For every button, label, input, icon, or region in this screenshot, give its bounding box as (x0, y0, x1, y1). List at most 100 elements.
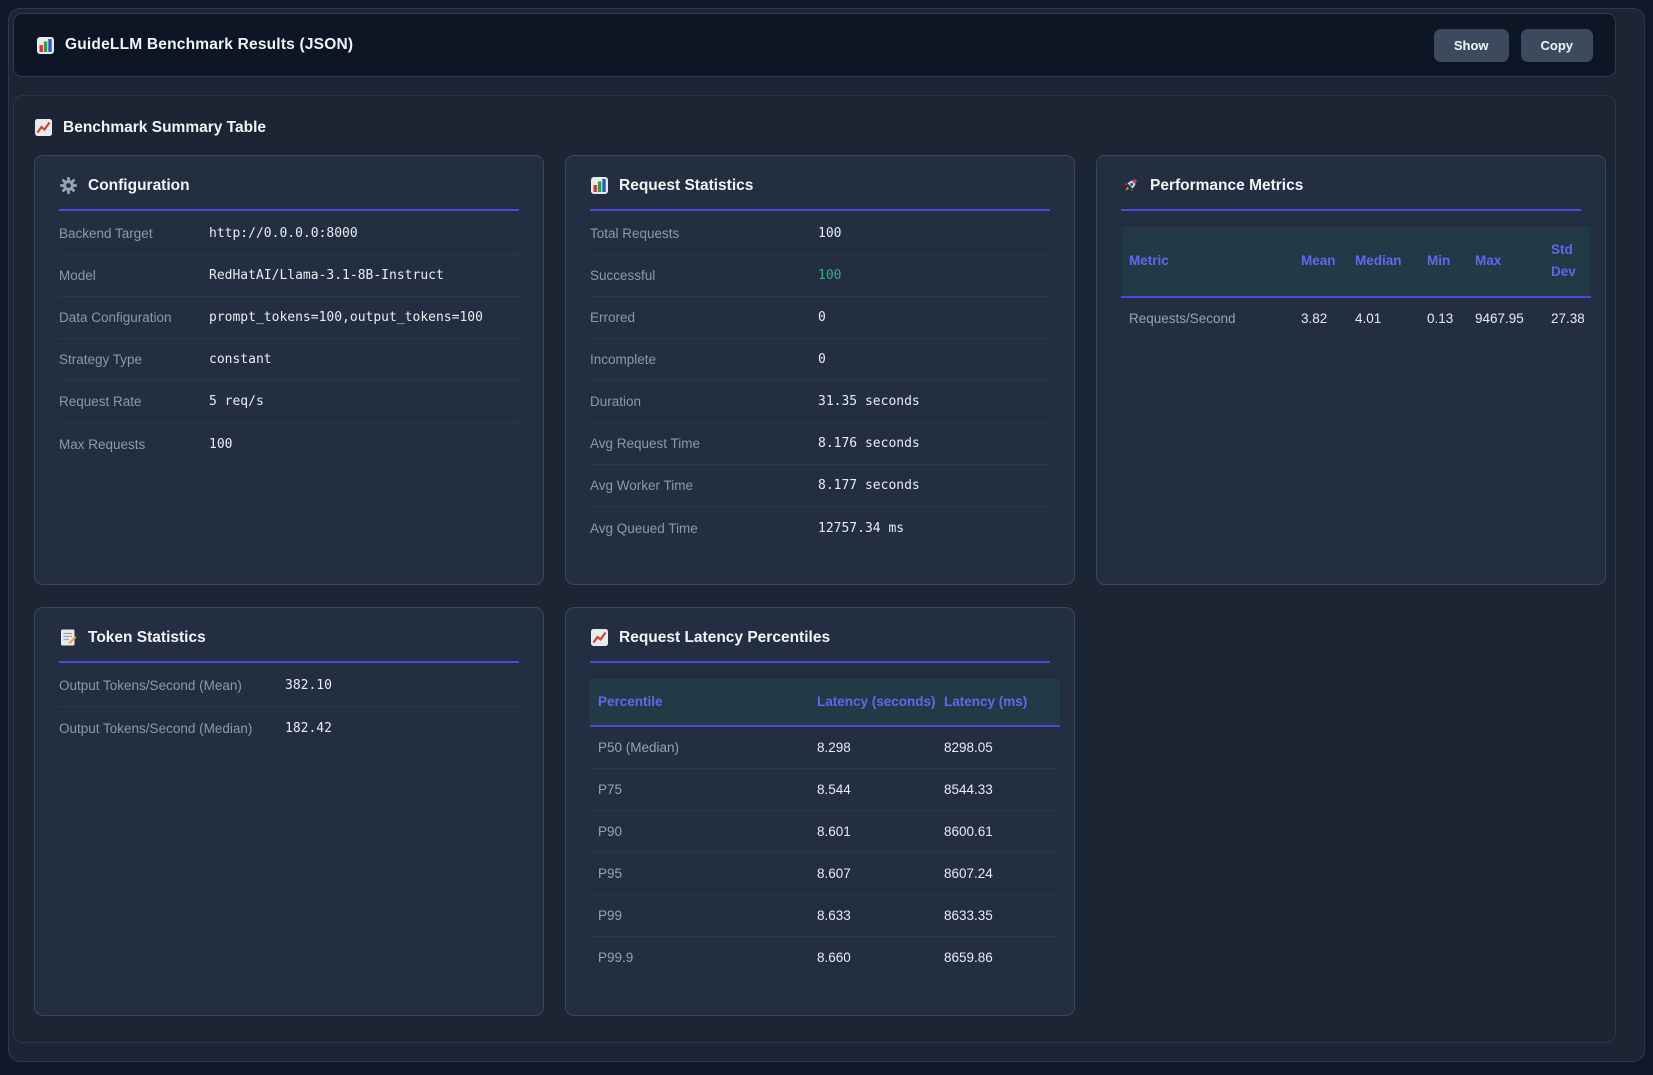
header-actions: Show Copy (1434, 29, 1593, 62)
kv-value: 100 (818, 226, 841, 241)
kv-value: http://0.0.0.0:8000 (209, 226, 358, 241)
card-title-text: Configuration (88, 177, 190, 195)
cell-max: 9467.95 (1475, 297, 1551, 339)
kv-label: Avg Request Time (590, 436, 818, 451)
benchmark-summary-section: Benchmark Summary Table Configuration Ba… (13, 95, 1616, 1043)
table-row-p50: P50 (Median) 8.298 8298.05 (590, 726, 1060, 769)
kv-label: Duration (590, 394, 818, 409)
table-row-p95: P95 8.607 8607.24 (590, 853, 1060, 895)
chart-increasing-icon (34, 118, 53, 137)
column-header-max: Max (1475, 227, 1551, 297)
cell-latency-ms: 8633.35 (944, 895, 1060, 937)
kv-label: Successful (590, 268, 818, 283)
cell-latency-ms: 8600.61 (944, 811, 1060, 853)
column-header-latency-ms: Latency (ms) (944, 679, 1060, 726)
latency-percentiles-card-title: Request Latency Percentiles (590, 628, 1050, 647)
kv-value: constant (209, 352, 272, 367)
table-header-row: Metric Mean Median Min Max Std Dev (1121, 227, 1591, 297)
kv-label: Total Requests (590, 226, 818, 241)
column-header-min: Min (1427, 227, 1475, 297)
cell-percentile: P99 (590, 895, 817, 937)
kv-label: Request Rate (59, 394, 209, 409)
card-title-text: Request Latency Percentiles (619, 629, 830, 647)
performance-metrics-table: Metric Mean Median Min Max Std Dev Reque… (1121, 227, 1591, 339)
request-statistics-card: Request Statistics Total Requests 100 Su… (565, 155, 1075, 585)
kv-value: 382.10 (285, 678, 332, 693)
cell-latency-seconds: 8.298 (817, 726, 944, 769)
cell-percentile: P95 (590, 853, 817, 895)
accent-rule (59, 209, 519, 211)
kv-row-model: Model RedHatAI/Llama-3.1-8B-Instruct (59, 255, 519, 297)
cell-latency-seconds: 8.601 (817, 811, 944, 853)
table-row-p90: P90 8.601 8600.61 (590, 811, 1060, 853)
cell-latency-ms: 8544.33 (944, 769, 1060, 811)
kv-value: prompt_tokens=100,output_tokens=100 (209, 310, 483, 325)
cell-latency-ms: 8659.86 (944, 937, 1060, 979)
request-statistics-card-title: Request Statistics (590, 176, 1050, 195)
header-title: GuideLLM Benchmark Results (JSON) (36, 36, 353, 55)
kv-value: 8.177 seconds (818, 478, 920, 493)
kv-row-duration: Duration 31.35 seconds (590, 381, 1050, 423)
header-bar: GuideLLM Benchmark Results (JSON) Show C… (13, 13, 1616, 77)
kv-value: 12757.34 ms (818, 521, 904, 536)
kv-label: Data Configuration (59, 310, 209, 325)
kv-value: 5 req/s (209, 394, 264, 409)
column-header-median: Median (1355, 227, 1427, 297)
kv-label: Avg Queued Time (590, 521, 818, 536)
chart-increasing-icon (590, 628, 609, 647)
kv-value: 182.42 (285, 721, 332, 736)
cell-latency-ms: 8298.05 (944, 726, 1060, 769)
table-header-row: Percentile Latency (seconds) Latency (ms… (590, 679, 1060, 726)
kv-row-successful: Successful 100 (590, 255, 1050, 297)
cell-latency-ms: 8607.24 (944, 853, 1060, 895)
kv-row-incomplete: Incomplete 0 (590, 339, 1050, 381)
page-title: GuideLLM Benchmark Results (JSON) (65, 36, 353, 54)
column-header-latency-seconds: Latency (seconds) (817, 679, 944, 726)
show-button[interactable]: Show (1434, 29, 1509, 62)
column-header-mean: Mean (1301, 227, 1355, 297)
kv-value-success: 100 (818, 268, 841, 283)
table-row-requests-per-second: Requests/Second 3.82 4.01 0.13 9467.95 2… (1121, 297, 1591, 339)
cell-latency-seconds: 8.607 (817, 853, 944, 895)
request-statistics-rows: Total Requests 100 Successful 100 Errore… (590, 213, 1050, 549)
latency-percentiles-table: Percentile Latency (seconds) Latency (ms… (590, 679, 1060, 978)
kv-value: 0 (818, 310, 826, 325)
cell-metric: Requests/Second (1121, 297, 1301, 339)
token-statistics-card-title: Token Statistics (59, 628, 519, 647)
table-row-p99-9: P99.9 8.660 8659.86 (590, 937, 1060, 979)
cell-percentile: P99.9 (590, 937, 817, 979)
performance-metrics-card: Performance Metrics Metric Mean Median M… (1096, 155, 1606, 585)
copy-button[interactable]: Copy (1521, 29, 1594, 62)
configuration-rows: Backend Target http://0.0.0.0:8000 Model… (59, 213, 519, 465)
kv-row-strategy-type: Strategy Type constant (59, 339, 519, 381)
accent-rule (590, 661, 1050, 663)
latency-percentiles-card: Request Latency Percentiles Percentile L… (565, 607, 1075, 1016)
cards-grid: Configuration Backend Target http://0.0.… (30, 155, 1599, 1016)
page-container: GuideLLM Benchmark Results (JSON) Show C… (8, 8, 1645, 1062)
kv-row-output-tokens-mean: Output Tokens/Second (Mean) 382.10 (59, 665, 519, 707)
token-statistics-rows: Output Tokens/Second (Mean) 382.10 Outpu… (59, 665, 519, 749)
kv-label: Avg Worker Time (590, 478, 818, 493)
section-title: Benchmark Summary Table (63, 119, 266, 137)
performance-metrics-card-title: Performance Metrics (1121, 176, 1581, 195)
cell-median: 4.01 (1355, 297, 1427, 339)
card-title-text: Request Statistics (619, 177, 753, 195)
cell-percentile: P50 (Median) (590, 726, 817, 769)
section-heading: Benchmark Summary Table (34, 118, 1599, 137)
cell-percentile: P75 (590, 769, 817, 811)
configuration-card: Configuration Backend Target http://0.0.… (34, 155, 544, 585)
column-header-metric: Metric (1121, 227, 1301, 297)
cell-latency-seconds: 8.544 (817, 769, 944, 811)
bar-chart-icon (590, 176, 609, 195)
kv-label: Backend Target (59, 226, 209, 241)
kv-label: Max Requests (59, 437, 209, 452)
kv-label: Model (59, 268, 209, 283)
rocket-icon (1121, 176, 1140, 195)
accent-rule (590, 209, 1050, 211)
kv-value: 8.176 seconds (818, 436, 920, 451)
kv-value: 100 (209, 437, 232, 452)
cell-min: 0.13 (1427, 297, 1475, 339)
column-header-std-dev: Std Dev (1551, 227, 1591, 297)
kv-row-avg-request-time: Avg Request Time 8.176 seconds (590, 423, 1050, 465)
bar-chart-icon (36, 36, 55, 55)
